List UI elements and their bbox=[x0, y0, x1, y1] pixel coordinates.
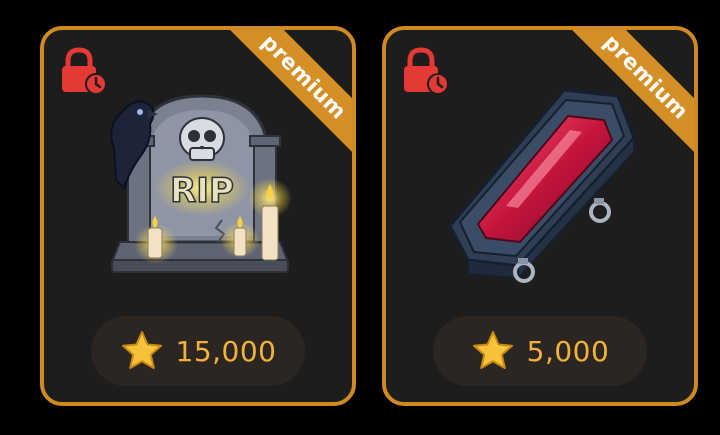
timed-lock-icon bbox=[62, 47, 107, 95]
price-value: 15,000 bbox=[175, 334, 277, 368]
shop-item-coffin[interactable]: premium 5,000 bbox=[382, 26, 698, 406]
shop-item-tombstone[interactable]: RIP premium 15,000 bbox=[40, 26, 356, 406]
price-tag[interactable]: 15,000 bbox=[91, 316, 305, 386]
price-value: 5,000 bbox=[526, 334, 610, 368]
star-icon bbox=[121, 331, 162, 369]
svg-text:RIP: RIP bbox=[170, 171, 234, 211]
timed-lock-icon bbox=[404, 47, 449, 95]
star-icon bbox=[472, 331, 513, 369]
price-tag[interactable]: 5,000 bbox=[433, 316, 647, 386]
